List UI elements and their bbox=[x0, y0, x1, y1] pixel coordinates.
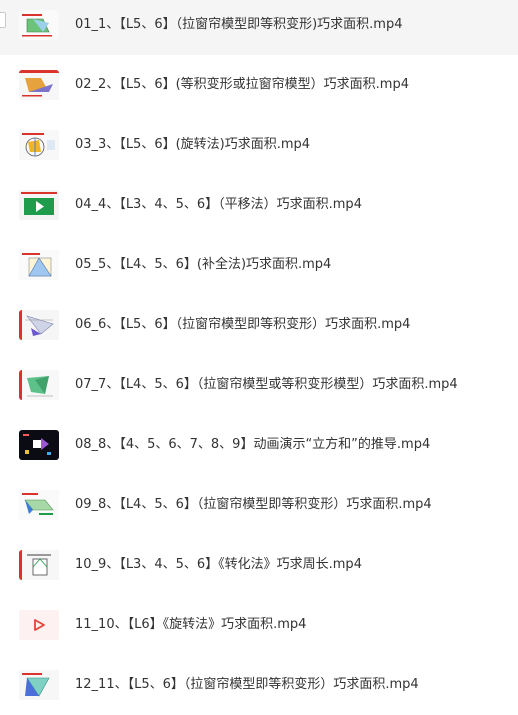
file-row[interactable]: 07_7、【L4、5、6】（拉窗帘模型或等积变形模型）巧求面积.mp4 bbox=[0, 355, 518, 415]
file-row[interactable]: 09_8、【L4、5、6】（拉窗帘模型即等积变形）巧求面积.mp4 bbox=[0, 475, 518, 535]
video-thumbnail bbox=[19, 310, 59, 340]
file-name[interactable]: 12_11、【L5、6】（拉窗帘模型即等积变形）巧求面积.mp4 bbox=[75, 676, 419, 694]
video-thumbnail bbox=[19, 190, 59, 220]
video-thumbnail bbox=[19, 550, 59, 580]
file-row[interactable]: 11_10、【L6】《旋转法》巧求面积.mp4 bbox=[0, 595, 518, 655]
file-name[interactable]: 11_10、【L6】《旋转法》巧求面积.mp4 bbox=[75, 616, 306, 634]
file-name[interactable]: 09_8、【L4、5、6】（拉窗帘模型即等积变形）巧求面积.mp4 bbox=[75, 496, 432, 514]
video-thumbnail bbox=[19, 670, 59, 700]
geometry-thumbnail-icon bbox=[19, 670, 59, 700]
video-thumbnail bbox=[19, 10, 59, 40]
file-row[interactable]: 12_11、【L5、6】（拉窗帘模型即等积变形）巧求面积.mp4 bbox=[0, 655, 518, 715]
video-thumbnail bbox=[19, 430, 59, 460]
video-thumbnail bbox=[19, 610, 59, 640]
file-row[interactable]: 08_8、【4、5、6、7、8、9】动画演示“立方和”的推导.mp4 bbox=[0, 415, 518, 475]
file-row[interactable]: 01_1、【L5、6】（拉窗帘模型即等积变形)巧求面积.mp4 bbox=[0, 0, 518, 55]
row-checkbox[interactable] bbox=[0, 12, 6, 28]
green-play-thumbnail-icon bbox=[19, 190, 59, 220]
geometry-thumbnail-icon bbox=[19, 250, 59, 280]
file-name[interactable]: 04_4、【L3、4、5、6】（平移法）巧求面积.mp4 bbox=[75, 196, 362, 214]
file-row[interactable]: 04_4、【L3、4、5、6】（平移法）巧求面积.mp4 bbox=[0, 175, 518, 235]
geometry-thumbnail-icon bbox=[19, 130, 59, 160]
file-row[interactable]: 03_3、【L5、6】(旋转法)巧求面积.mp4 bbox=[0, 115, 518, 175]
file-name[interactable]: 08_8、【4、5、6、7、8、9】动画演示“立方和”的推导.mp4 bbox=[75, 436, 430, 454]
video-thumbnail bbox=[19, 370, 59, 400]
geometry-thumbnail-icon bbox=[19, 490, 59, 520]
file-row[interactable]: 02_2、【L5、6】(等积变形或拉窗帘模型）巧求面积.mp4 bbox=[0, 55, 518, 115]
file-list: 01_1、【L5、6】（拉窗帘模型即等积变形)巧求面积.mp4 02_2、【L5… bbox=[0, 0, 518, 700]
file-row[interactable]: 06_6、【L5、6】（拉窗帘模型即等积变形）巧求面积.mp4 bbox=[0, 295, 518, 355]
video-thumbnail bbox=[19, 70, 59, 100]
file-name[interactable]: 03_3、【L5、6】(旋转法)巧求面积.mp4 bbox=[75, 136, 310, 154]
geometry-thumbnail-icon bbox=[19, 10, 59, 40]
geometry-thumbnail-icon bbox=[19, 550, 59, 580]
file-name[interactable]: 07_7、【L4、5、6】（拉窗帘模型或等积变形模型）巧求面积.mp4 bbox=[75, 376, 458, 394]
video-thumbnail bbox=[19, 130, 59, 160]
geometry-thumbnail-icon bbox=[19, 310, 59, 340]
dark-animation-thumbnail-icon bbox=[19, 430, 59, 460]
video-thumbnail bbox=[19, 250, 59, 280]
file-name[interactable]: 05_5、【L4、5、6】(补全法)巧求面积.mp4 bbox=[75, 256, 331, 274]
file-name[interactable]: 01_1、【L5、6】（拉窗帘模型即等积变形)巧求面积.mp4 bbox=[75, 16, 403, 34]
file-row[interactable]: 10_9、【L3、4、5、6】《转化法》巧求周长.mp4 bbox=[0, 535, 518, 595]
video-play-icon bbox=[19, 610, 59, 640]
file-name[interactable]: 06_6、【L5、6】（拉窗帘模型即等积变形）巧求面积.mp4 bbox=[75, 316, 410, 334]
file-name[interactable]: 02_2、【L5、6】(等积变形或拉窗帘模型）巧求面积.mp4 bbox=[75, 76, 409, 94]
video-thumbnail bbox=[19, 490, 59, 520]
file-name[interactable]: 10_9、【L3、4、5、6】《转化法》巧求周长.mp4 bbox=[75, 556, 362, 574]
geometry-thumbnail-icon bbox=[19, 70, 59, 100]
geometry-thumbnail-icon bbox=[19, 370, 59, 400]
file-row[interactable]: 05_5、【L4、5、6】(补全法)巧求面积.mp4 bbox=[0, 235, 518, 295]
